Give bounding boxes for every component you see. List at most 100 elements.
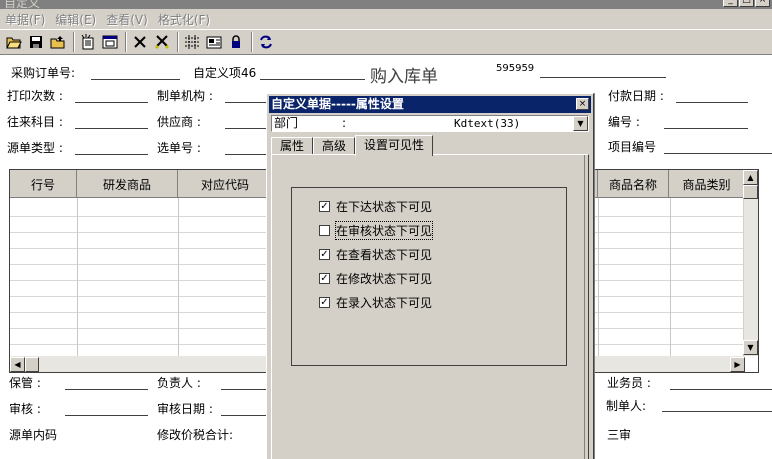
scroll-left-icon[interactable]: ◀ (10, 357, 25, 372)
pay-date-field[interactable] (676, 102, 748, 103)
scroll-right-icon[interactable]: ▶ (730, 357, 745, 372)
select-number-label: 选单号 : (157, 141, 201, 155)
source-type-label: 源单类型 : (7, 141, 63, 155)
checkbox-label: 在录入状态下可见 (336, 296, 433, 310)
scroll-thumb[interactable] (743, 185, 758, 199)
layout-icon[interactable] (204, 32, 224, 52)
menu-bar: 单据(F) 编辑(E) 查看(V) 格式化(F) (0, 9, 772, 29)
grid-column-line (77, 198, 78, 356)
form-number-line (540, 77, 666, 78)
visibility-panel: ✓ 在下达状态下可见 在审核状态下可见 ✓ 在查看状态下可见 ✓ 在修改状态下可… (271, 154, 589, 459)
code-label: 编号 : (608, 115, 640, 129)
audit-date-field[interactable] (221, 415, 266, 416)
form-number: 595959 (496, 63, 535, 74)
checkbox-checked-icon[interactable]: ✓ (319, 201, 330, 212)
visible-in-view-checkbox[interactable]: ✓ 在查看状态下可见 (319, 246, 432, 263)
cut-icon[interactable] (152, 32, 172, 52)
tab-visibility[interactable]: 设置可见性 (355, 135, 434, 156)
print-count-label: 打印次数 : (7, 89, 63, 103)
supplier-field[interactable] (225, 128, 266, 129)
menu-format[interactable]: 格式化(F) (153, 11, 215, 28)
supplier-label: 供应商 : (157, 115, 201, 129)
field-selector[interactable]: 部门 : Kdtext(33) ▼ (271, 115, 589, 132)
visible-in-audit-checkbox[interactable]: 在审核状态下可见 (319, 221, 434, 240)
scroll-up-icon[interactable]: ▲ (743, 170, 758, 185)
po-number-field[interactable] (91, 79, 180, 80)
salesman-field[interactable] (670, 389, 772, 390)
form-title: 购入库单 (370, 67, 438, 87)
checkbox-unchecked-icon[interactable] (319, 225, 330, 236)
modify-tax-total-label: 修改价税合计: (157, 428, 234, 442)
keeper-label: 保管 : (9, 376, 41, 390)
code-field[interactable] (664, 128, 748, 129)
select-number-field[interactable] (225, 154, 266, 155)
grid-column-line (598, 198, 599, 356)
manager-label: 负责人 : (157, 376, 201, 390)
maximize-icon[interactable]: □ (739, 0, 754, 7)
project-number-field[interactable] (664, 153, 772, 154)
title-bar: 自定义 _ □ × (0, 0, 772, 9)
save-icon[interactable] (26, 32, 46, 52)
grid-header-cell[interactable]: 行号 (10, 170, 77, 198)
menu-document[interactable]: 单据(F) (0, 11, 50, 28)
po-number-label: 采购订单号: (11, 66, 76, 80)
print-count-field[interactable] (75, 102, 148, 103)
lock-icon[interactable] (226, 32, 246, 52)
dialog-title: 自定义单据-----属性设置 (271, 97, 404, 111)
creator-org-field[interactable] (225, 102, 266, 103)
chevron-down-icon[interactable]: ▼ (573, 116, 588, 131)
scroll-down-icon[interactable]: ▼ (743, 340, 758, 355)
hscroll-thumb[interactable] (25, 357, 39, 372)
keeper-field[interactable] (65, 389, 148, 390)
open-folder-icon[interactable] (4, 32, 24, 52)
visible-in-entry-checkbox[interactable]: ✓ 在录入状态下可见 (319, 294, 432, 311)
new-document-icon[interactable] (78, 32, 98, 52)
checkbox-checked-icon[interactable]: ✓ (319, 273, 330, 284)
visible-in-issue-checkbox[interactable]: ✓ 在下达状态下可见 (319, 198, 432, 215)
maker-field[interactable] (662, 411, 772, 412)
minimize-icon[interactable]: _ (723, 0, 738, 7)
folder-up-icon[interactable] (48, 32, 68, 52)
visible-in-modify-checkbox[interactable]: ✓ 在修改状态下可见 (319, 270, 432, 287)
auditor-field[interactable] (65, 415, 148, 416)
grid-header-cell[interactable]: 对应代码 (178, 170, 273, 198)
custom-46-field[interactable] (260, 79, 365, 80)
refresh-icon[interactable] (256, 32, 276, 52)
project-number-label: 项目编号 (608, 140, 657, 154)
dialog-close-icon[interactable]: × (576, 98, 589, 110)
pay-date-label: 付款日期 : (608, 89, 664, 103)
checkbox-label: 在下达状态下可见 (336, 200, 433, 214)
toolbar-separator (251, 32, 253, 52)
grid-header-cell[interactable]: 商品名称 (597, 170, 669, 198)
source-type-field[interactable] (75, 154, 148, 155)
dialog-tabs: 属性 高级 设置可见性 (271, 135, 434, 156)
grid-header-cell[interactable]: 商品类别 (669, 170, 745, 198)
properties-icon[interactable] (100, 32, 120, 52)
account-field[interactable] (75, 128, 148, 129)
auditor-label: 审核 : (9, 402, 41, 416)
grid-column-line (670, 198, 671, 356)
third-audit-label: 三审 (607, 428, 632, 442)
menu-edit[interactable]: 编辑(E) (50, 11, 101, 28)
toolbar-separator (125, 32, 127, 52)
dialog-title-bar: 自定义单据-----属性设置 × (269, 96, 591, 113)
grid-settings-icon[interactable] (182, 32, 202, 52)
grid-vertical-scrollbar[interactable]: ▲ ▼ (743, 170, 758, 356)
field-type: Kdtext(33) (454, 117, 521, 130)
checkbox-checked-icon[interactable]: ✓ (319, 249, 330, 260)
close-icon[interactable]: × (755, 0, 770, 7)
toolbar-separator (73, 32, 75, 52)
toolbar-separator (177, 32, 179, 52)
source-content-label: 源单内码 (9, 428, 58, 442)
audit-date-label: 审核日期 : (157, 402, 213, 416)
grid-header-cell[interactable]: 研发商品 (77, 170, 178, 198)
manager-field[interactable] (221, 389, 266, 390)
checkbox-checked-icon[interactable]: ✓ (319, 297, 330, 308)
panel-scrollbar[interactable] (584, 155, 588, 459)
custom-46-label: 自定义项46 (193, 66, 257, 80)
delete-icon[interactable] (130, 32, 150, 52)
menu-view[interactable]: 查看(V) (101, 11, 153, 28)
visibility-group: ✓ 在下达状态下可见 在审核状态下可见 ✓ 在查看状态下可见 ✓ 在修改状态下可… (291, 187, 567, 366)
checkbox-label: 在查看状态下可见 (336, 248, 433, 262)
field-colon: : (342, 116, 347, 130)
